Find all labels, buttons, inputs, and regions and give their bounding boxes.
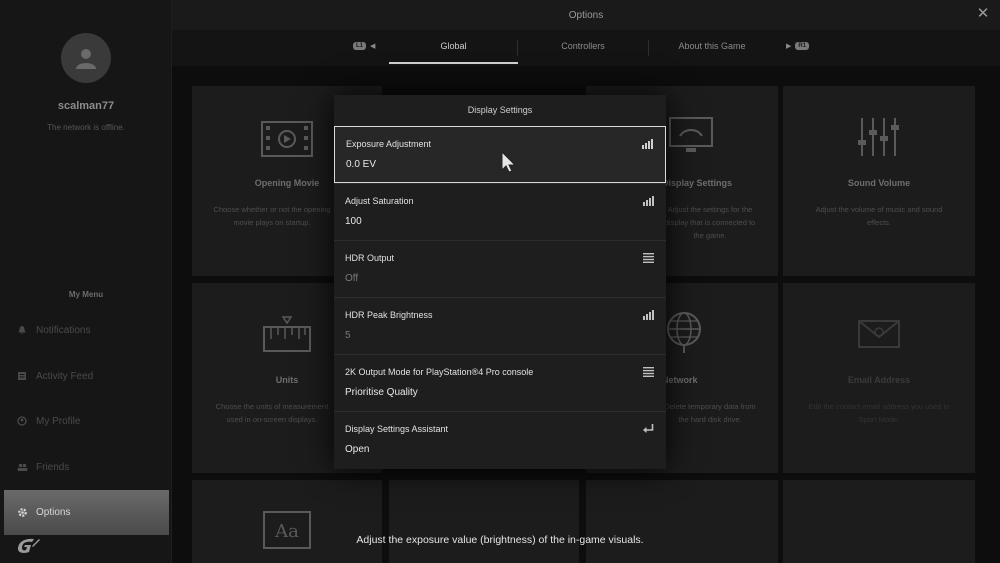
setting-value: 0.0 EV bbox=[346, 159, 377, 170]
sidebar-item-friends[interactable]: Friends bbox=[4, 446, 169, 488]
enter-icon bbox=[643, 424, 654, 433]
setting-exposure-adjustment[interactable]: Exposure Adjustment 0.0 EV bbox=[334, 126, 666, 183]
setting-hdr-output[interactable]: HDR Output Off bbox=[334, 240, 666, 297]
tile-title: Sound Volume bbox=[847, 178, 911, 188]
tab-label: Controllers bbox=[561, 41, 605, 51]
sidebar-item-label: Activity Feed bbox=[36, 370, 94, 382]
tile-desc: Adjust the settings for the display that… bbox=[664, 205, 756, 240]
sidebar-item-label: Notifications bbox=[36, 324, 91, 336]
tab-controllers[interactable]: Controllers bbox=[518, 30, 648, 66]
tab-label: Global bbox=[440, 41, 467, 51]
menu-title: My Menu bbox=[68, 290, 104, 299]
close-icon: ✕ bbox=[976, 5, 990, 22]
tab-about-this-game[interactable]: About this Game bbox=[649, 30, 775, 66]
close-button[interactable]: ✕ bbox=[976, 5, 990, 22]
ruler-icon bbox=[263, 316, 311, 352]
sidebar-item-label: Friends bbox=[36, 461, 70, 473]
chevron-right-icon: ▶ bbox=[786, 43, 792, 50]
sidebar-item-notifications[interactable]: Notifications bbox=[4, 309, 169, 351]
tab-global[interactable]: Global bbox=[389, 30, 518, 66]
tile-empty[interactable] bbox=[783, 480, 975, 563]
setting-adjust-saturation[interactable]: Adjust Saturation 100 bbox=[334, 183, 666, 240]
setting-label: HDR Peak Brightness bbox=[345, 310, 433, 320]
setting-value: 100 bbox=[345, 216, 362, 227]
tile-title: Email Address bbox=[847, 375, 911, 385]
chevron-left-icon: ◀ bbox=[370, 43, 376, 50]
cursor-icon bbox=[501, 151, 517, 173]
setting-value: Prioritise Quality bbox=[345, 387, 418, 398]
setting-value: 5 bbox=[345, 330, 351, 341]
slider-bars-icon bbox=[643, 310, 654, 320]
next-tab-hint[interactable]: ▶ R1 bbox=[786, 42, 810, 50]
bell-icon bbox=[16, 324, 28, 336]
tile-desc: Choose the units of measurement used in … bbox=[215, 402, 329, 424]
display-settings-dialog: Display Settings Exposure Adjustment 0.0… bbox=[334, 95, 666, 469]
profile-icon bbox=[16, 415, 28, 427]
tile-title: Display Settings bbox=[662, 178, 733, 188]
tile-desc: Adjust the volume of music and sound eff… bbox=[815, 205, 943, 227]
slider-bars-icon bbox=[643, 196, 654, 206]
setting-hdr-peak-brightness[interactable]: HDR Peak Brightness 5 bbox=[334, 297, 666, 354]
dialog-title: Display Settings bbox=[467, 105, 533, 115]
globe-icon bbox=[667, 312, 701, 353]
setting-value: Off bbox=[345, 273, 359, 284]
prev-tab-hint[interactable]: L1 ◀ bbox=[353, 42, 375, 50]
gear-icon bbox=[16, 507, 28, 519]
tile-font[interactable]: Aa bbox=[192, 480, 382, 563]
setting-label: 2K Output Mode for PlayStation®4 Pro con… bbox=[345, 367, 534, 377]
r1-button-icon: R1 bbox=[795, 42, 810, 50]
tile-empty[interactable] bbox=[389, 480, 579, 563]
tile-desc: Choose whether or not the opening movie … bbox=[213, 205, 331, 227]
setting-label: Display Settings Assistant bbox=[345, 424, 449, 434]
film-icon bbox=[261, 121, 313, 157]
sidebar-item-options[interactable]: Options bbox=[4, 490, 169, 535]
friends-icon bbox=[16, 461, 28, 473]
network-status: The network is offline. bbox=[47, 123, 125, 132]
tile-desc: Edit the contact email address you used … bbox=[808, 402, 950, 424]
monitor-icon bbox=[669, 117, 713, 152]
feed-icon bbox=[16, 370, 28, 382]
tile-email-address: Email Address Edit the contact email add… bbox=[783, 283, 975, 473]
tile-desc: Delete temporary data from the hard disk… bbox=[664, 402, 756, 424]
envelope-icon bbox=[858, 320, 900, 348]
list-icon bbox=[643, 253, 654, 263]
tab-bar: L1 ◀ Global Controllers About this Game … bbox=[172, 30, 1000, 66]
tile-title: Network bbox=[662, 375, 698, 385]
setting-label: HDR Output bbox=[345, 253, 395, 263]
sidebar-item-label: Options bbox=[36, 507, 71, 518]
setting-2k-output-mode[interactable]: 2K Output Mode for PlayStation®4 Pro con… bbox=[334, 354, 666, 411]
user-icon bbox=[76, 49, 96, 69]
tile-empty[interactable] bbox=[586, 480, 778, 563]
sliders-icon bbox=[858, 118, 899, 156]
title-bar: Options ✕ bbox=[172, 0, 1000, 30]
setting-label: Adjust Saturation bbox=[345, 196, 414, 206]
setting-display-settings-assistant[interactable]: Display Settings Assistant Open bbox=[334, 411, 666, 468]
sidebar-item-label: My Profile bbox=[36, 415, 81, 427]
tile-sound-volume[interactable]: Sound Volume Adjust the volume of music … bbox=[783, 86, 975, 276]
avatar[interactable] bbox=[61, 33, 111, 83]
page-title: Options bbox=[568, 10, 604, 21]
slider-bars-icon bbox=[642, 139, 653, 149]
username: scalman77 bbox=[57, 100, 115, 112]
setting-label: Exposure Adjustment bbox=[346, 139, 432, 149]
sidebar-item-activity-feed[interactable]: Activity Feed bbox=[4, 355, 169, 397]
setting-value: Open bbox=[345, 444, 370, 455]
tab-label: About this Game bbox=[678, 41, 746, 51]
sidebar-item-my-profile[interactable]: My Profile bbox=[4, 400, 169, 442]
list-icon bbox=[643, 367, 654, 377]
l1-button-icon: L1 bbox=[353, 42, 367, 50]
help-text: Adjust the exposure value (brightness) o… bbox=[356, 534, 644, 546]
sidebar: scalman77 The network is offline. My Men… bbox=[0, 0, 172, 563]
